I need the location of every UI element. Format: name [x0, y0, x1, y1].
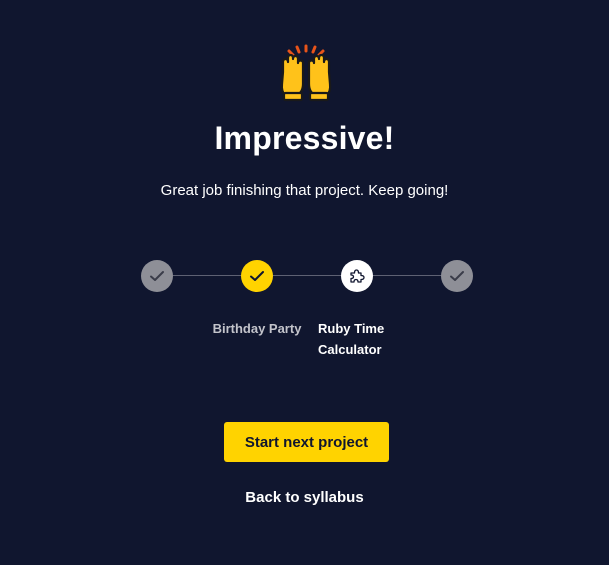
- step-completed-2: [441, 260, 473, 292]
- start-next-project-button[interactable]: Start next project: [224, 422, 389, 462]
- step-label-ruby-time-calculator: Ruby Time Calculator: [318, 321, 385, 357]
- page-title: Impressive!: [214, 120, 395, 156]
- progress-track: [157, 275, 457, 276]
- step-label-birthday-party: Birthday Party: [212, 321, 302, 336]
- check-icon: [150, 271, 164, 281]
- check-icon: [250, 271, 264, 281]
- step-completed-1: [141, 260, 173, 292]
- back-to-syllabus-link[interactable]: Back to syllabus: [0, 489, 609, 506]
- raising-hands-icon: [280, 44, 332, 102]
- page-subtitle: Great job finishing that project. Keep g…: [160, 182, 449, 199]
- step-current: [241, 260, 273, 292]
- puzzle-icon: [350, 269, 365, 283]
- check-icon: [450, 271, 464, 281]
- step-next: [341, 260, 373, 292]
